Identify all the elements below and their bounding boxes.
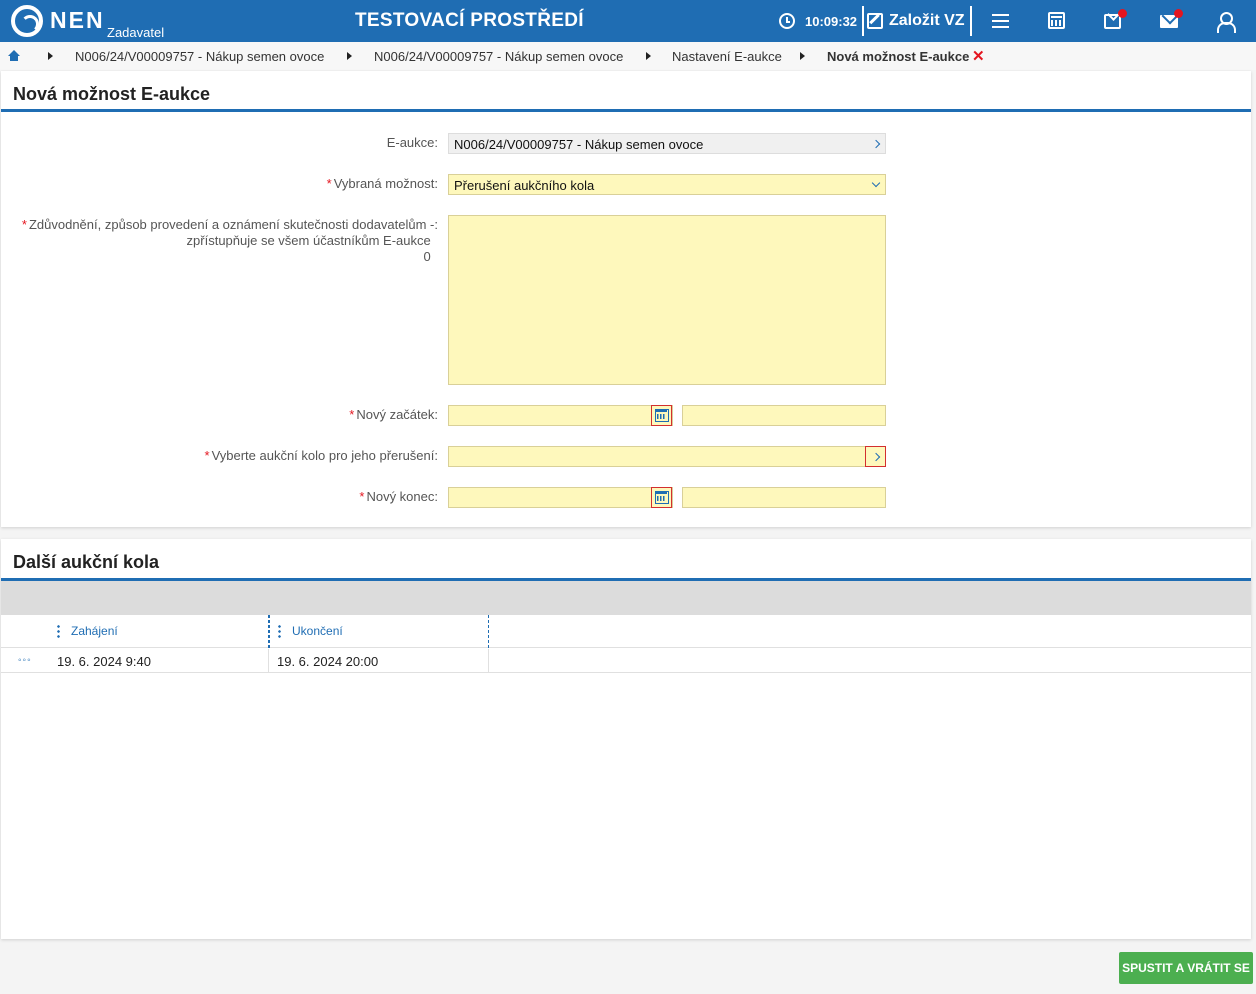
- environment-title: TESTOVACÍ PROSTŘEDÍ: [355, 10, 584, 31]
- cell-divider: [268, 649, 269, 673]
- new-end-time-input[interactable]: [682, 487, 886, 508]
- option-dropdown-button[interactable]: [865, 174, 886, 195]
- breadcrumb-arrow-icon: [800, 52, 805, 60]
- round-label: * Vyberte aukční kolo pro jeho přerušení:: [204, 448, 439, 463]
- eauction-open-button[interactable]: [865, 133, 886, 154]
- home-icon[interactable]: [8, 50, 20, 61]
- breadcrumb-arrow-icon: [48, 52, 53, 60]
- new-end-label: * Nový konec:: [359, 489, 438, 504]
- grid-toolbar: [1, 581, 1251, 615]
- session-time: 10:09:32: [805, 14, 858, 29]
- breadcrumb: N006/24/V00009757 - Nákup semen ovoce N0…: [0, 42, 1256, 70]
- cell-start: 19. 6. 2024 9:40: [57, 654, 151, 669]
- chevron-right-icon: [871, 452, 880, 461]
- clock-icon: [779, 13, 795, 29]
- form-title: Nová možnost E-aukce: [13, 84, 211, 104]
- logo-text[interactable]: NEN: [50, 7, 105, 34]
- justification-textarea[interactable]: [448, 215, 886, 385]
- submit-and-return-button[interactable]: SPUSTIT A VRÁTIT SE: [1119, 952, 1253, 984]
- option-select[interactable]: Přerušení aukčního kola: [448, 174, 886, 195]
- grid-header: Zahájení Ukončení: [1, 615, 1251, 648]
- close-icon[interactable]: ✕: [972, 47, 985, 65]
- rounds-panel: Další aukční kola Zahájení Ukončení ◦◦◦ …: [1, 539, 1251, 939]
- new-start-label: * Nový začátek:: [349, 407, 438, 422]
- new-start-time-input[interactable]: [682, 405, 886, 426]
- breadcrumb-item[interactable]: N006/24/V00009757 - Nákup semen ovoce: [75, 49, 324, 64]
- rounds-title: Další aukční kola: [13, 552, 160, 572]
- breadcrumb-arrow-icon: [646, 52, 651, 60]
- user-icon[interactable]: [1214, 12, 1238, 36]
- calendar-icon: [654, 491, 669, 504]
- top-bar: NEN Zadavatel TESTOVACÍ PROSTŘEDÍ 10:09:…: [0, 0, 1256, 42]
- column-label[interactable]: Zahájení: [71, 624, 118, 638]
- cell-end: 19. 6. 2024 20:00: [277, 654, 379, 669]
- option-label: * Vybraná možnost:: [326, 176, 438, 191]
- column-menu-icon[interactable]: [57, 624, 60, 638]
- cell-divider: [488, 649, 489, 673]
- title-underline: [1, 109, 1251, 112]
- edit-icon: [867, 13, 883, 29]
- nen-logo-icon[interactable]: [11, 5, 43, 37]
- new-start-calendar-button[interactable]: [651, 405, 672, 426]
- new-start-date-input[interactable]: [448, 405, 673, 426]
- divider: [862, 6, 864, 36]
- calendar-icon: [654, 409, 669, 422]
- calculator-icon[interactable]: [1048, 12, 1065, 29]
- column-header-end[interactable]: Ukončení: [269, 615, 489, 648]
- form-panel: Nová možnost E-aukce E-aukce: N006/24/V0…: [1, 71, 1251, 527]
- column-header-start[interactable]: Zahájení: [1, 615, 269, 648]
- round-field[interactable]: [448, 446, 886, 467]
- justification-label: * Zdůvodnění, způsob provedení a oznámení…: [21, 217, 438, 264]
- create-tender-label: Založit VZ: [889, 12, 965, 29]
- table-row[interactable]: ◦◦◦ 19. 6. 2024 9:40 19. 6. 2024 20:00: [1, 649, 1251, 673]
- new-end-calendar-button[interactable]: [651, 487, 672, 508]
- row-actions-icon[interactable]: ◦◦◦: [18, 655, 32, 666]
- divider: [970, 6, 972, 36]
- chevron-down-icon: [871, 178, 880, 188]
- character-counter: 0: [423, 249, 431, 264]
- column-label[interactable]: Ukončení: [292, 624, 343, 638]
- logo-subtitle: Zadavatel: [107, 25, 165, 40]
- create-tender-button[interactable]: Založit VZ: [867, 8, 965, 34]
- new-end-date-input[interactable]: [448, 487, 673, 508]
- column-menu-icon[interactable]: [278, 624, 281, 638]
- breadcrumb-item[interactable]: N006/24/V00009757 - Nákup semen ovoce: [374, 49, 623, 64]
- round-select-button[interactable]: [865, 446, 886, 467]
- chevron-right-icon: [871, 139, 880, 148]
- inbox-notification-badge: [1118, 9, 1127, 18]
- menu-icon[interactable]: [989, 9, 1013, 33]
- eauction-field: N006/24/V00009757 - Nákup semen ovoce: [448, 133, 886, 154]
- breadcrumb-item[interactable]: Nastavení E-aukce: [672, 49, 782, 64]
- breadcrumb-arrow-icon: [347, 52, 352, 60]
- breadcrumb-current: Nová možnost E-aukce: [827, 49, 970, 64]
- mail-notification-badge: [1174, 9, 1183, 18]
- eauction-label: E-aukce:: [386, 135, 438, 150]
